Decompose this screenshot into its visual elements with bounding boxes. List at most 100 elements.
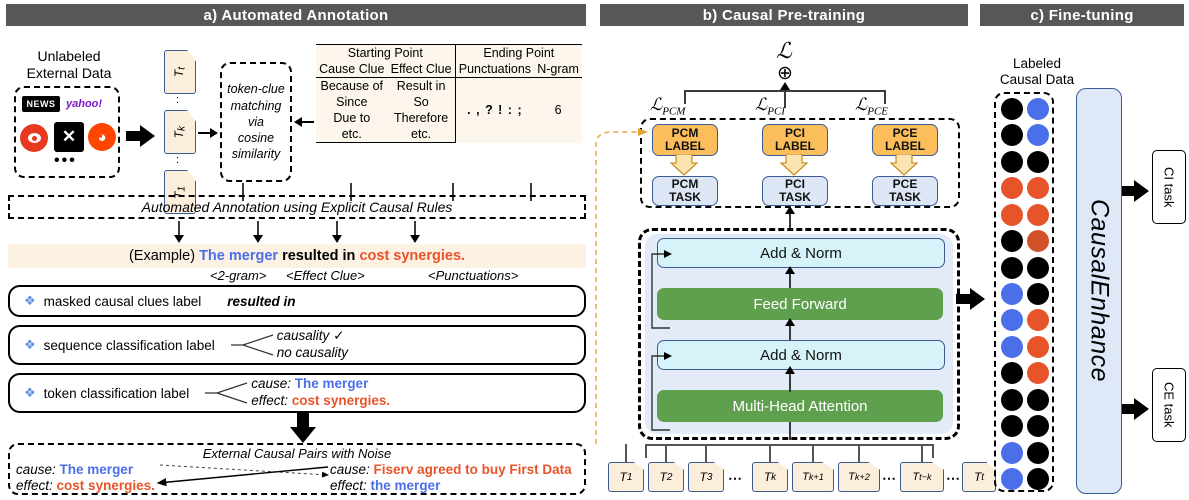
data-dot (1001, 256, 1023, 279)
causal-rules-table-wrap: Starting Point Ending Point Cause Clue E… (316, 44, 582, 143)
causalenhance-model: CausalEnhance (1076, 88, 1122, 494)
ci-task-label: CI task (1161, 166, 1177, 208)
tag-2gram: <2-gram> (210, 268, 267, 283)
noise-left-cause-val: The merger (59, 462, 134, 477)
source-title-line2: External Data (26, 65, 112, 82)
loss-pcm-label: ℒPCM (650, 95, 686, 118)
noise-left-cause-key: cause: (16, 462, 56, 477)
seq-value-causality-wrap: causality ✓ (277, 328, 348, 345)
token-bus-tick-r (932, 444, 934, 458)
token-dots-lower: : (176, 154, 180, 166)
labeled-title-line2: Causal Data (999, 72, 1075, 88)
pci-task-line2: TASK (779, 190, 811, 204)
arrow-token-to-matching (198, 128, 218, 138)
panel-b-title: b) Causal Pre-training (702, 6, 866, 24)
add-norm-box-top: Add & Norm (657, 238, 945, 268)
residual-connection-bottom (651, 352, 672, 431)
token-b-k2: Tk+2 (838, 462, 880, 492)
data-dot (1001, 415, 1023, 438)
data-dot (1001, 335, 1023, 358)
example-sentence: (Example) The merger resulted in cost sy… (8, 244, 586, 268)
token-b-3-stem (705, 444, 707, 462)
data-dot (1001, 468, 1023, 490)
token-ellipsis-1: ⋯ (728, 470, 742, 486)
table-cell-cause-1: Since (336, 95, 368, 109)
data-dot (1027, 309, 1049, 332)
panel-a-header: a) Automated Annotation (6, 4, 586, 26)
arrow-sources-to-tokens (126, 125, 155, 147)
token-clue-matching-box: token-clue matching via cosine similarit… (220, 62, 292, 182)
x-icon: ✕ (54, 122, 84, 152)
data-dot (1001, 98, 1023, 120)
token-b-t: Tt (962, 462, 996, 492)
noise-right-cause: cause: Fiserv agreed to buy First Data (330, 462, 572, 477)
example-prefix: (Example) (128, 248, 196, 264)
residual-connection-top (651, 250, 672, 329)
seq-value-no-causality: no causality (276, 345, 349, 360)
token-b-k1-stem (812, 444, 814, 462)
data-dot (1027, 335, 1049, 358)
table-cell-cause-0: Because of (320, 79, 384, 93)
token-b-k: Tk (752, 462, 788, 492)
example-cause: The merger (199, 248, 279, 264)
token-b-k2-stem (858, 444, 860, 462)
noise-crossing-arrows (156, 464, 329, 487)
noise-right-cause-val: Fiserv agreed to buy First Data (373, 462, 572, 477)
token-cause-value: The merger (294, 376, 369, 392)
data-dot (1027, 415, 1049, 438)
data-dot (1027, 124, 1049, 147)
masked-clues-label-box: ❖ masked causal clues label resulted in (8, 285, 586, 317)
table-cell-cause-3: etc. (316, 126, 388, 143)
pci-label-line2: LABEL (775, 139, 815, 153)
tf-stem-input-to-mha (789, 422, 791, 440)
data-dot (1027, 362, 1049, 385)
token-b-2-stem (665, 444, 667, 462)
weibo-icon (20, 124, 48, 152)
table-col-effect-clue: Effect Clue (387, 61, 456, 78)
data-dot (1001, 388, 1023, 411)
source-title-line1: Unlabeled (37, 48, 101, 64)
table-col-ngram: N-gram (534, 61, 582, 78)
ce-task-label: CE task (1161, 382, 1177, 428)
ci-task-box: CI task (1152, 150, 1186, 224)
panel-a-title: a) Automated Annotation (203, 6, 389, 24)
loss-pce-label: ℒPCE (855, 95, 889, 118)
data-dot (1027, 230, 1049, 253)
table-col-cause-clue: Cause Clue (316, 61, 388, 78)
pcm-label-line2: LABEL (665, 139, 705, 153)
feed-forward-box: Feed Forward (657, 288, 943, 320)
pce-label-box: PCE LABEL (872, 124, 938, 156)
arrow-labels-to-noise (290, 413, 316, 443)
causal-rules-table: Starting Point Ending Point Cause Clue E… (316, 44, 582, 143)
data-dot (1027, 150, 1049, 173)
token-b-tk-stem (921, 444, 923, 462)
data-dot (1001, 283, 1023, 305)
table-cell-effect-1: So (413, 95, 429, 109)
data-dot (1027, 283, 1049, 305)
matching-line-2: matching (230, 98, 282, 113)
token-effect-value: cost synergies. (291, 393, 391, 408)
sources-ellipsis: ••• (54, 152, 77, 169)
token-T-k: Tk (164, 110, 196, 154)
table-group-header-start: Starting Point (316, 44, 456, 61)
matching-line-3: via (248, 114, 264, 129)
sequence-classification-title: sequence classification label (43, 337, 215, 353)
panel-b-header: b) Causal Pre-training (600, 4, 968, 26)
add-norm-box-bottom: Add & Norm (657, 340, 945, 370)
panel-c-header: c) Fine-tuning (980, 4, 1184, 26)
seq-value-causality: causality (276, 328, 330, 344)
token-bus (645, 444, 933, 446)
table-group-header-end: Ending Point (454, 44, 582, 61)
news-icon: NEWS (22, 96, 60, 112)
token-dots-upper: : (176, 94, 180, 106)
token-b-k1: Tk+1 (792, 462, 834, 492)
table-cell-cause-2: Due to (333, 111, 371, 125)
pcm-task-line2: TASK (669, 190, 701, 204)
sequence-classification-box: ❖ sequence classification label causalit… (8, 325, 586, 365)
unlabeled-data-title: Unlabeled External Data (14, 48, 124, 82)
data-dot (1027, 256, 1049, 279)
sequence-classification-row: ❖ sequence classification label causalit… (10, 327, 584, 363)
pcm-label-box: PCM LABEL (652, 124, 718, 156)
pci-task-box: PCI TASK (762, 176, 828, 206)
loss-pci-label: ℒPCI (755, 95, 785, 118)
